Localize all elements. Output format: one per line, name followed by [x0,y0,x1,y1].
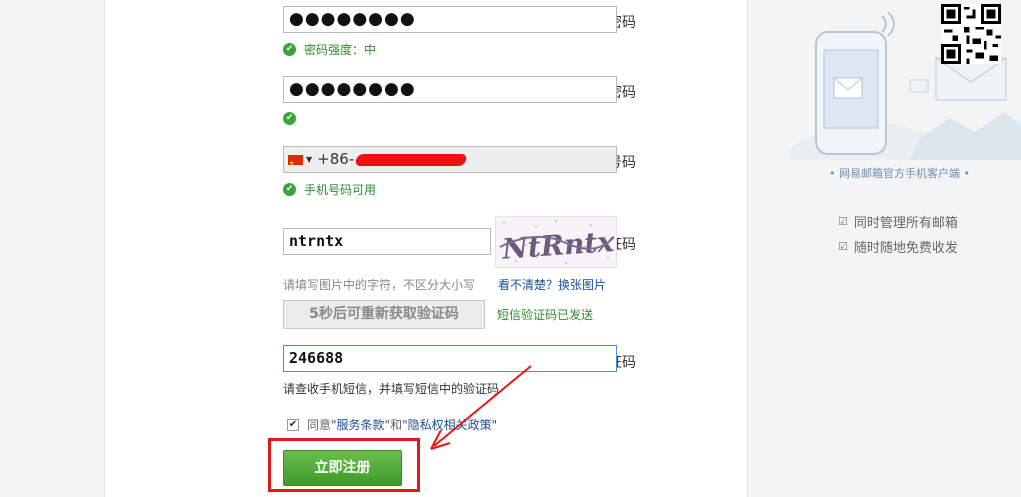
sms-code-input[interactable]: 246688 [283,345,617,372]
refresh-captcha-link[interactable]: 看不清楚？换张图片 [498,276,606,293]
sidebar-feature: ☑ 同时管理所有邮箱 [838,212,958,231]
qr-code [941,4,1001,64]
phone-field[interactable]: ▼ +86- [283,146,617,173]
envelope-icon [935,57,1007,101]
checkbox-icon: ☑ [838,240,848,253]
agree-and: 和 [390,418,403,432]
confirm-password-field[interactable]: ●●●●●●●● [283,76,617,103]
chevron-down-icon[interactable]: ▼ [306,147,312,172]
china-flag-icon[interactable] [288,151,303,172]
checkbox-icon: ☑ [838,215,848,228]
check-circle-icon: ✔ [283,112,296,125]
country-code: +86 [317,150,349,168]
sidebar-feature: ☑ 随时随地免费收发 [838,237,958,256]
password-field[interactable]: ●●●●●●●● [283,6,617,33]
sms-code-hint: 请查收手机短信，并填写短信中的验证码 [283,382,500,396]
password-strength-text: 密码强度：中 [304,43,377,57]
phone-status-text: 手机号码可用 [304,183,377,197]
resend-sms-button[interactable]: 5秒后可重新获取验证码 [283,300,485,329]
check-circle-icon: ✔ [283,43,296,56]
sidebar-feature-text: 随时随地免费收发 [853,241,958,256]
sidebar-feature-text: 同时管理所有邮箱 [853,216,958,231]
confirm-password-status: ✔ [283,112,304,125]
privacy-link[interactable]: "隐私权相关政策" [402,416,497,433]
phone-status: ✔ 手机号码可用 [283,181,376,198]
agree-prefix: 同意 [307,418,332,432]
agree-checkbox[interactable]: ✔ [287,418,299,431]
sidebar-caption: • 网易邮箱官方手机客户端 • [829,167,970,180]
redaction-mark [354,153,468,166]
phone-number: - [348,150,355,168]
captcha-hint: 请填写图片中的字符，不区分大小写 [283,278,476,292]
captcha-text: NtRntx [500,225,615,266]
register-button[interactable]: 立即注册 [283,450,402,486]
captcha-image[interactable]: NtRntx [495,216,617,268]
captcha-input[interactable]: ntrntx [283,228,491,255]
password-strength: ✔ 密码强度：中 [283,41,376,58]
sms-sent-status: 短信验证码已发送 [497,308,594,322]
check-circle-icon: ✔ [283,183,296,196]
agreement-row: ✔ 同意 "服务条款" 和 "隐私权相关政策" [287,416,497,433]
terms-link[interactable]: "服务条款" [331,416,390,433]
